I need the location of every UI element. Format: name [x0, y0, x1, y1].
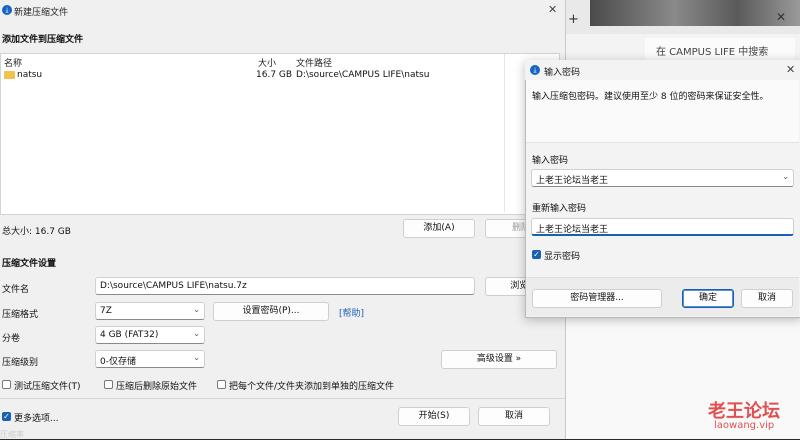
show-password-checkbox[interactable]: ✓	[532, 250, 541, 259]
level-label: 压缩级别	[2, 358, 39, 368]
help-link[interactable]: [帮助]	[339, 306, 364, 319]
chevron-down-icon: ⌄	[193, 353, 200, 362]
format-select[interactable]: 7Z ⌄	[95, 302, 205, 320]
file-size: 16.7 GB	[256, 70, 293, 80]
set-password-button[interactable]: 设置密码(P)...	[213, 302, 329, 321]
separate-archives-label: 把每个文件/文件夹添加到单独的压缩文件	[229, 382, 395, 392]
archive-settings-section-title: 压缩文件设置	[2, 259, 57, 269]
delete-after-checkbox[interactable]	[104, 380, 113, 389]
level-select[interactable]: 0-仅存储 ⌄	[95, 350, 205, 368]
cancel-button[interactable]: 取消	[478, 407, 550, 426]
separate-archives-checkbox[interactable]	[217, 380, 226, 389]
password-label: 输入密码	[532, 156, 569, 166]
add-files-section-title: 添加文件到压缩文件	[2, 35, 84, 45]
confirm-password-label: 重新输入密码	[532, 204, 587, 214]
total-size: 总大小: 16.7 GB	[2, 227, 71, 237]
watermark-url: laowang.vip	[714, 420, 775, 431]
test-archive-label: 测试压缩文件(T)	[14, 382, 81, 392]
chevron-down-icon: ⌄	[782, 172, 789, 181]
file-path: D:\source\CAMPUS LIFE\natsu	[296, 70, 430, 80]
delete-after-label: 压缩后删除原始文件	[116, 382, 198, 392]
folder-icon	[4, 71, 15, 79]
new-tab-button[interactable]: +	[568, 12, 579, 27]
chevron-down-icon: ⌄	[193, 329, 200, 338]
filename-input[interactable]: D:\source\CAMPUS LIFE\natsu.7z	[95, 277, 475, 295]
format-value: 7Z	[100, 306, 112, 316]
browser-close-icon[interactable]: ✕	[776, 10, 786, 24]
confirm-password-input[interactable]: 上老王论坛当老王	[531, 218, 794, 236]
add-button[interactable]: 添加(A)	[403, 219, 475, 238]
app-icon: ⤓	[530, 65, 540, 75]
password-input[interactable]: 上老王论坛当老王 ⌄	[531, 169, 794, 187]
app-icon: ⤓	[2, 5, 12, 15]
close-icon[interactable]: ✕	[548, 3, 557, 16]
format-label: 压缩格式	[2, 310, 39, 320]
advanced-settings-button[interactable]: 高级设置 »	[441, 350, 557, 369]
password-value: 上老王论坛当老王	[536, 176, 609, 186]
ok-button[interactable]: 确定	[682, 289, 734, 308]
show-password-label: 显示密码	[544, 252, 581, 262]
close-icon[interactable]: ✕	[786, 63, 795, 76]
window-title: 新建压缩文件	[14, 8, 69, 18]
dialog-cancel-button[interactable]: 取消	[741, 289, 793, 308]
more-options-checkbox[interactable]: ✓	[2, 412, 11, 421]
edge-clipped-text: 压缩率	[0, 430, 24, 439]
level-value: 0-仅存储	[100, 357, 136, 367]
chevron-down-icon: ⌄	[193, 305, 200, 314]
filename-label: 文件名	[2, 285, 30, 295]
footer-divider	[0, 398, 565, 399]
start-button[interactable]: 开始(S)	[398, 407, 470, 426]
browser-search-placeholder: 在 CAMPUS LIFE 中搜索	[656, 47, 769, 58]
volume-select[interactable]: 4 GB (FAT32) ⌄	[95, 326, 205, 344]
volume-value: 4 GB (FAT32)	[100, 330, 159, 340]
dialog-title: 输入密码	[544, 68, 581, 78]
dialog-description: 输入压缩包密码。建议使用至少 8 位的密码来保证安全性。	[532, 92, 769, 102]
column-divider	[504, 54, 505, 212]
volume-label: 分卷	[2, 334, 21, 344]
password-manager-button[interactable]: 密码管理器...	[532, 289, 662, 308]
test-archive-checkbox[interactable]	[2, 380, 11, 389]
file-name: natsu	[17, 70, 43, 80]
browser-tab-image	[590, 0, 800, 26]
more-options-label: 更多选项...	[14, 414, 59, 424]
